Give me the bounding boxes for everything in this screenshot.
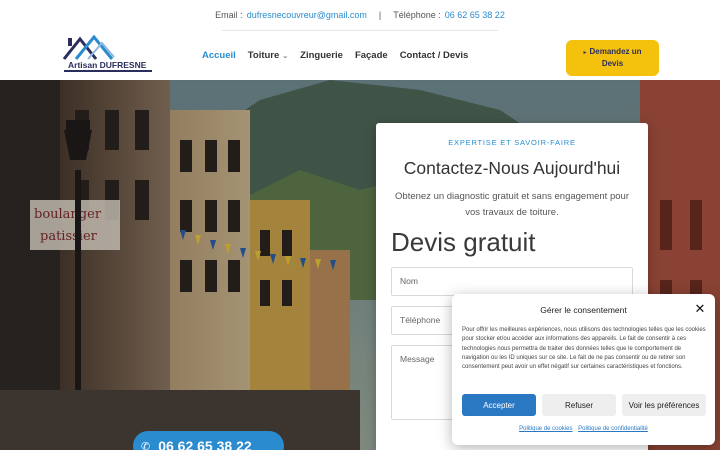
- logo-underline: [64, 70, 152, 72]
- nav-label-zinguerie: Zinguerie: [300, 50, 343, 61]
- main-nav: Accueil Toiture ⌄ Zinguerie Façade Conta…: [202, 31, 480, 80]
- request-quote-button[interactable]: ▸ Demandez un Devis: [566, 40, 659, 76]
- cookie-policy-links: Politique de cookies Politique de confid…: [452, 426, 715, 432]
- site-logo[interactable]: Artisan DUFRESNE: [62, 34, 154, 75]
- phone-prefix: Téléphone :: [393, 10, 441, 20]
- phone-pill-number: 06 62 65 38 22: [158, 438, 252, 450]
- nav-label-contact: Contact / Devis: [399, 50, 469, 61]
- phone-link[interactable]: 06 62 65 38 22: [445, 10, 505, 20]
- page: Email : dufresnecouvreur@gmail.com | Tél…: [0, 0, 720, 450]
- name-field[interactable]: Nom: [391, 267, 633, 296]
- nav-label-toiture: Toiture: [247, 50, 280, 61]
- email-link[interactable]: dufresnecouvreur@gmail.com: [247, 10, 367, 20]
- close-icon[interactable]: ✕: [693, 302, 707, 316]
- nav-label-facade: Façade: [354, 50, 388, 61]
- cookie-policy-link[interactable]: Politique de cookies: [519, 426, 572, 432]
- nav-label-accueil: Accueil: [202, 50, 236, 61]
- phone-icon: ✆: [141, 440, 151, 450]
- top-contact-bar: Email : dufresnecouvreur@gmail.com | Tél…: [0, 0, 720, 30]
- form-title: Contactez-Nous Aujourd'hui: [403, 158, 621, 178]
- email-prefix: Email :: [215, 10, 243, 20]
- request-quote-label: Demandez un Devis: [589, 47, 642, 68]
- chevron-down-icon: ⌄: [282, 52, 289, 60]
- privacy-policy-link[interactable]: Politique de confidentialité: [578, 426, 648, 432]
- nav-item-zinguerie[interactable]: Zinguerie: [300, 50, 343, 61]
- cookie-body-text: Pour offrir les meilleures expériences, …: [462, 327, 706, 371]
- nav-item-toiture[interactable]: Toiture ⌄: [248, 50, 288, 61]
- deny-cookies-button[interactable]: Refuser: [542, 394, 616, 416]
- form-heading: Devis gratuit: [391, 227, 536, 257]
- form-subtitle: Obtenez un diagnostic gratuit et sans en…: [395, 191, 629, 218]
- phone-call-button[interactable]: ✆ 06 62 65 38 22: [133, 431, 284, 450]
- logo-brand-text: Artisan DUFRESNE: [68, 60, 147, 70]
- cookie-consent-dialog: Gérer le consentement ✕ Pour offrir les …: [452, 294, 715, 445]
- view-preferences-button[interactable]: Voir les préférences: [622, 394, 706, 416]
- form-eyebrow: EXPERTISE ET SAVOIR-FAIRE: [448, 138, 576, 147]
- nav-item-contact[interactable]: Contact / Devis: [400, 50, 469, 61]
- caret-right-icon: ▸: [583, 50, 587, 56]
- accept-cookies-button[interactable]: Accepter: [462, 394, 536, 416]
- cookie-title: Gérer le consentement: [540, 305, 627, 315]
- contact-separator: |: [378, 10, 382, 20]
- nav-item-facade[interactable]: Façade: [355, 50, 388, 61]
- site-header: Artisan DUFRESNE Accueil Toiture ⌄ Zingu…: [0, 31, 720, 80]
- roof-logo-icon: [62, 34, 115, 60]
- nav-item-accueil[interactable]: Accueil: [202, 50, 236, 61]
